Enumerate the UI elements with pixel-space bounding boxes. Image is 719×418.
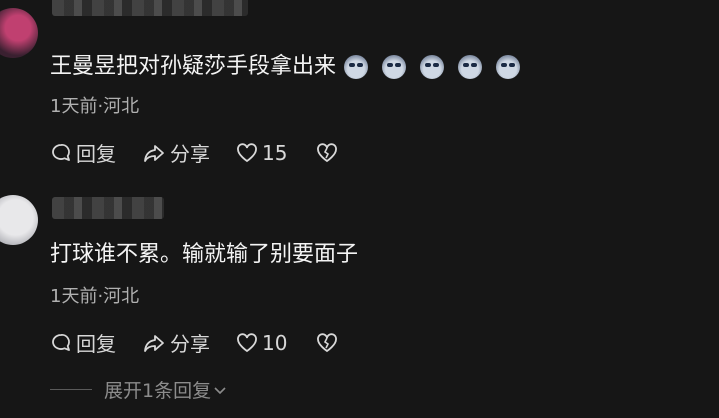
reply-button[interactable]: 回复	[50, 328, 142, 357]
dislike-button[interactable]	[316, 332, 338, 353]
laughing-emoji-icon	[344, 55, 369, 79]
comment-actions: 回复 分享 10	[50, 328, 338, 357]
laughing-emoji-icon	[420, 55, 445, 79]
username-blurred	[52, 0, 248, 16]
username-blurred	[52, 197, 164, 219]
chevron-down-icon	[214, 386, 226, 394]
share-label: 分享	[170, 142, 210, 166]
comment-meta: 1天前·河北	[50, 286, 140, 307]
comment-item: 王曼昱把对孙疑莎手段拿出来 1天前·河北 回复 分享 15	[0, 0, 719, 180]
like-count: 15	[262, 140, 288, 165]
share-icon	[144, 334, 164, 352]
reply-icon	[52, 333, 70, 351]
reply-button[interactable]: 回复	[50, 138, 142, 167]
broken-heart-icon	[317, 142, 337, 162]
laughing-emoji-icon	[382, 55, 407, 79]
reply-label: 回复	[76, 142, 116, 166]
divider-line	[50, 389, 92, 390]
avatar[interactable]	[0, 195, 38, 245]
share-label: 分享	[170, 332, 210, 356]
like-button[interactable]: 10	[236, 331, 316, 355]
laughing-emoji-icon	[496, 55, 521, 79]
comment-text-content: 王曼昱把对孙疑莎手段拿出来	[50, 54, 337, 79]
reply-icon	[52, 143, 70, 161]
comment-text: 王曼昱把对孙疑莎手段拿出来	[50, 52, 521, 82]
comment-actions: 回复 分享 15	[50, 138, 338, 167]
heart-icon	[237, 142, 257, 162]
share-icon	[144, 144, 164, 162]
comment-item: 打球谁不累。输就输了别要面子 1天前·河北 回复 分享 10	[0, 185, 719, 370]
share-button[interactable]: 分享	[142, 328, 236, 357]
comment-meta: 1天前·河北	[50, 96, 140, 117]
dislike-button[interactable]	[316, 142, 338, 163]
expand-replies-button[interactable]: 展开1条回复	[50, 376, 227, 403]
avatar[interactable]	[0, 8, 38, 58]
reply-label: 回复	[76, 332, 116, 356]
like-count: 10	[262, 330, 288, 355]
heart-icon	[237, 332, 257, 352]
laughing-emoji-icon	[458, 55, 483, 79]
comment-text-content: 打球谁不累。输就输了别要面子	[50, 242, 359, 267]
expand-replies-label: 展开1条回复	[104, 380, 212, 402]
like-button[interactable]: 15	[236, 141, 316, 165]
share-button[interactable]: 分享	[142, 138, 236, 167]
emoji-group	[344, 55, 521, 79]
comment-text: 打球谁不累。输就输了别要面子	[50, 240, 358, 270]
broken-heart-icon	[317, 332, 337, 352]
